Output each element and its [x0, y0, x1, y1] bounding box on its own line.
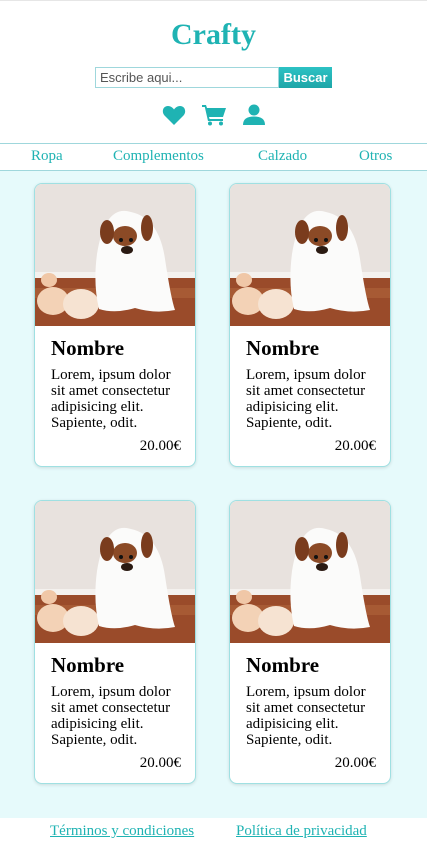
nav-item-complementos[interactable]: Complementos [113, 148, 204, 165]
product-price: 20.00€ [334, 438, 376, 454]
user-icon[interactable] [242, 103, 266, 127]
header: Crafty Buscar [0, 0, 427, 143]
product-card[interactable]: Nombre Lorem, ipsum dolor sit amet conse… [34, 183, 196, 467]
search-bar: Buscar [0, 67, 427, 89]
product-image [230, 501, 390, 643]
product-description: Lorem, ipsum dolor sit amet consectetur … [51, 367, 171, 431]
privacy-link[interactable]: Política de privacidad [236, 823, 367, 840]
product-image [35, 501, 195, 643]
product-image [230, 184, 390, 326]
product-name: Nombre [51, 336, 125, 360]
product-name: Nombre [51, 653, 125, 677]
brand-logo[interactable]: Crafty [0, 1, 427, 67]
product-price: 20.00€ [334, 755, 376, 771]
nav-item-ropa[interactable]: Ropa [31, 148, 63, 165]
product-image [35, 184, 195, 326]
product-name: Nombre [246, 653, 320, 677]
product-grid: Nombre Lorem, ipsum dolor sit amet conse… [0, 171, 427, 818]
header-icons [0, 103, 427, 127]
footer: Términos y condiciones Política de priva… [0, 818, 427, 848]
product-price: 20.00€ [139, 755, 181, 771]
nav-item-calzado[interactable]: Calzado [258, 148, 307, 165]
cart-icon[interactable] [201, 103, 226, 127]
heart-icon[interactable] [162, 103, 186, 127]
terms-link[interactable]: Términos y condiciones [50, 823, 194, 840]
nav-item-otros[interactable]: Otros [359, 148, 392, 165]
search-button[interactable]: Buscar [279, 67, 332, 88]
product-description: Lorem, ipsum dolor sit amet consectetur … [246, 367, 366, 431]
product-description: Lorem, ipsum dolor sit amet consectetur … [246, 684, 366, 748]
product-card[interactable]: Nombre Lorem, ipsum dolor sit amet conse… [229, 183, 391, 467]
product-card[interactable]: Nombre Lorem, ipsum dolor sit amet conse… [34, 500, 196, 784]
product-name: Nombre [246, 336, 320, 360]
search-input[interactable] [95, 67, 279, 88]
product-card[interactable]: Nombre Lorem, ipsum dolor sit amet conse… [229, 500, 391, 784]
category-nav: Ropa Complementos Calzado Otros [0, 143, 427, 171]
product-description: Lorem, ipsum dolor sit amet consectetur … [51, 684, 171, 748]
product-price: 20.00€ [139, 438, 181, 454]
